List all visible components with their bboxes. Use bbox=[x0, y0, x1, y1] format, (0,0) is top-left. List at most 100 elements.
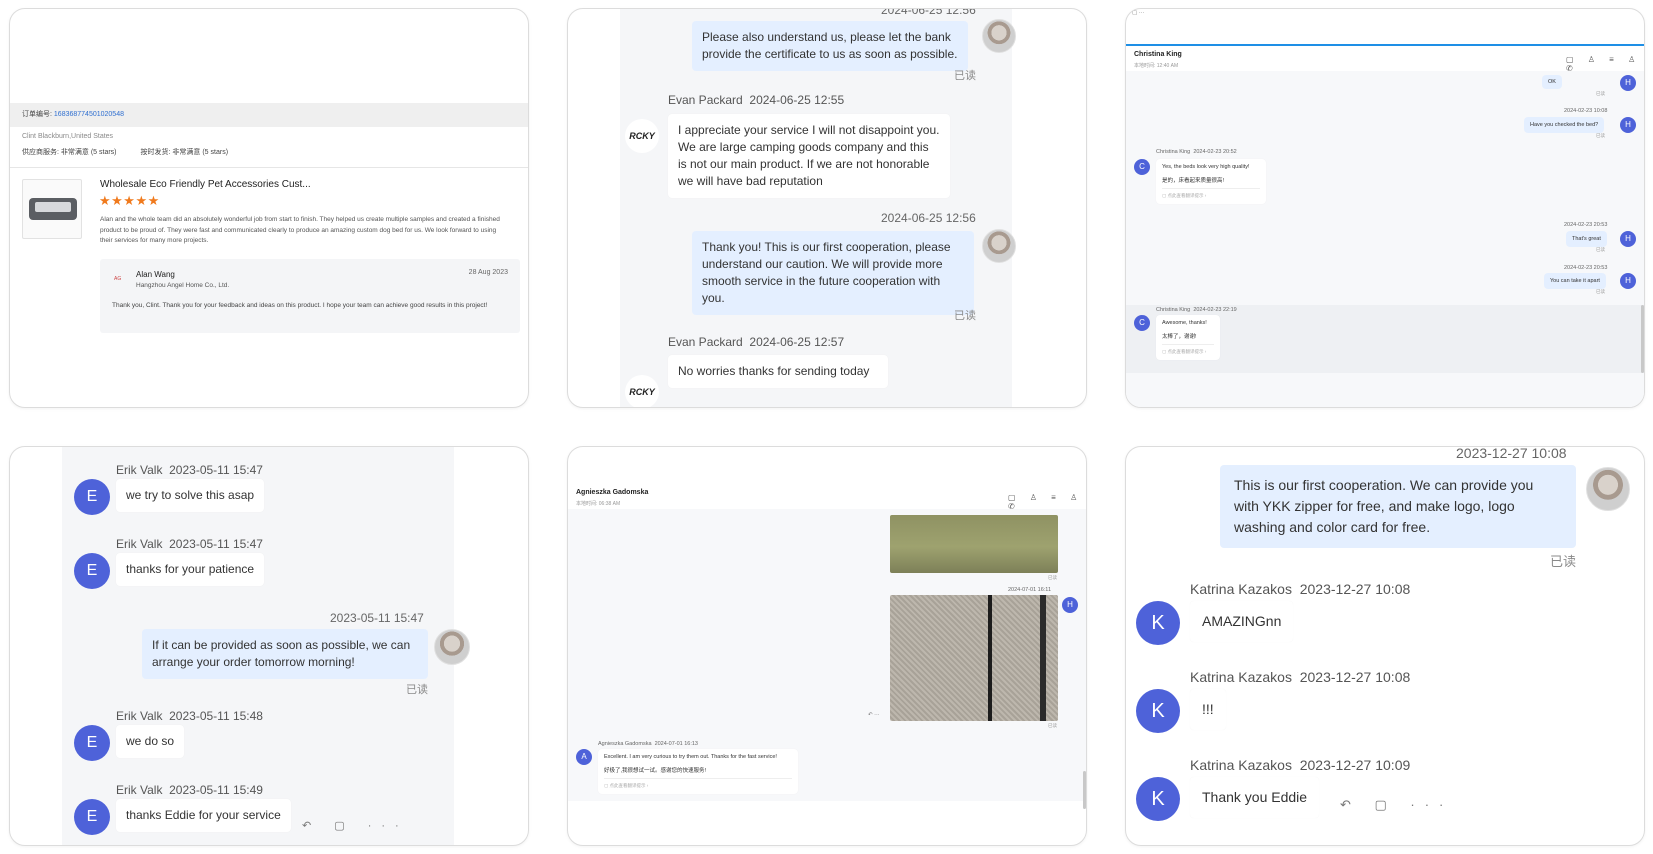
sender-time: 2024-02-23 22:19 bbox=[1193, 307, 1237, 313]
buyer-location: Clint Blackburn,United States bbox=[22, 133, 114, 140]
message-actions[interactable]: ↶ ··· bbox=[868, 711, 880, 719]
reply-date: 28 Aug 2023 bbox=[468, 269, 508, 276]
sender-line: Erik Valk 2023-05-11 15:47 bbox=[116, 537, 263, 551]
supplier-reply: AG Alan Wang Hangzhou Angel Home Co., Lt… bbox=[100, 259, 520, 333]
received-message: Awesome, thanks! 太棒了，谢谢! ▢ 点此查看翻译提示 › bbox=[1156, 315, 1220, 360]
message-timestamp: 2023-12-27 10:08 bbox=[1456, 446, 1567, 461]
sender-time: 2023-12-27 10:08 bbox=[1299, 581, 1411, 597]
sender-label: Evan Packard bbox=[668, 335, 743, 349]
user-avatar[interactable] bbox=[982, 19, 1016, 53]
user-avatar[interactable] bbox=[1586, 467, 1630, 511]
order-number-link[interactable]: 1683687745010205​48 bbox=[54, 111, 124, 118]
contact-avatar[interactable]: E bbox=[74, 799, 110, 835]
user-avatar[interactable]: H bbox=[1620, 75, 1636, 91]
sender-name: Evan Packard 2024-06-25 12:55 bbox=[668, 93, 844, 107]
fabric-edge bbox=[1040, 595, 1046, 721]
message-actions[interactable]: ↶ ▢ ··· bbox=[302, 819, 409, 832]
contact-avatar[interactable]: C bbox=[1134, 315, 1150, 331]
sender-time: 2024-06-25 12:57 bbox=[749, 335, 845, 349]
sent-message: Have you checked the bed? bbox=[1524, 117, 1605, 133]
translate-link[interactable]: ▢ 点此查看翻译提示 › bbox=[604, 778, 792, 790]
divider bbox=[10, 167, 528, 168]
message-text: Yes, the beds look very high quality! bbox=[1162, 164, 1250, 170]
message-timestamp: 2024-02-23 20:53 bbox=[1564, 265, 1608, 271]
received-message: we try to solve this asap bbox=[116, 479, 265, 512]
received-message: Thank you Eddie bbox=[1190, 777, 1320, 818]
read-receipt: 已读 bbox=[1550, 554, 1577, 569]
contact-name: Christina King bbox=[1134, 51, 1182, 58]
sender-line: Agnieszka Gadomska 2024-07-01 16:13 bbox=[598, 741, 698, 747]
message-actions[interactable]: ↶ ▢ ··· bbox=[1126, 9, 1644, 17]
sender-time: 2023-12-27 10:08 bbox=[1299, 669, 1411, 685]
contact-avatar-logo[interactable]: RCKY bbox=[625, 119, 659, 153]
chat-panel-christina: Christina King 本地时间: 12:40 AM ▢ ♙ ≡ ♙ ✆ … bbox=[1125, 8, 1645, 408]
sent-message: Thank you! This is our first cooperation… bbox=[692, 231, 974, 315]
translate-link[interactable]: ▢ 点此查看翻译提示 › bbox=[1162, 344, 1214, 356]
contact-avatar[interactable]: K bbox=[1136, 689, 1180, 733]
reply-text: Thank you, Clint. Thank you for your fee… bbox=[112, 302, 488, 309]
sender-line: Katrina Kazakos 2023-12-27 10:09 bbox=[1190, 757, 1410, 773]
message-timestamp: 2024-02-23 20:53 bbox=[1564, 222, 1608, 228]
contact-avatar[interactable]: A bbox=[576, 749, 592, 765]
read-receipt: 已读 bbox=[1048, 723, 1057, 728]
sender-label: Agnieszka Gadomska bbox=[598, 741, 652, 747]
local-time: 本地时间: 12:40 AM bbox=[1134, 63, 1179, 69]
sender-time: 2024-02-23 20:52 bbox=[1193, 149, 1237, 155]
translate-link[interactable]: ▢ 点此查看翻译提示 › bbox=[1162, 188, 1260, 200]
chat-panel-agnieszka: Agnieszka Gadomska 本地时间: 06:38 AM ▢ ♙ ≡ … bbox=[567, 446, 1087, 846]
message-timestamp: 2024-02-23 10:08 bbox=[1564, 108, 1608, 114]
message-text: Awesome, thanks! bbox=[1162, 320, 1207, 326]
order-review-panel: 订单编号: 1683687745010205​48 Clint Blackbur… bbox=[9, 8, 529, 408]
chat-panel-evan: 2024-06-25 12:56 Please also understand … bbox=[567, 8, 1087, 408]
sent-message: OK bbox=[1542, 75, 1562, 89]
user-avatar[interactable]: H bbox=[1620, 273, 1636, 289]
chat-panel-katrina: 2023-12-27 10:08 This is our first coope… bbox=[1125, 446, 1645, 846]
message-translation: 好极了,我很想试一试。感谢您的快速服务! bbox=[604, 768, 707, 774]
contact-avatar[interactable]: K bbox=[1136, 601, 1180, 645]
received-message: we do so bbox=[116, 725, 185, 758]
product-photo-green[interactable] bbox=[890, 515, 1058, 573]
product-title[interactable]: Wholesale Eco Friendly Pet Accessories C… bbox=[100, 179, 311, 190]
user-avatar[interactable]: H bbox=[1620, 231, 1636, 247]
read-receipt: 已读 bbox=[1596, 289, 1605, 294]
local-time: 本地时间: 06:38 AM bbox=[576, 501, 621, 507]
sender-label: Evan Packard bbox=[668, 93, 743, 107]
sender-label: Christina King bbox=[1156, 307, 1191, 313]
contact-avatar[interactable]: E bbox=[74, 553, 110, 589]
contact-avatar[interactable]: C bbox=[1134, 159, 1150, 175]
user-avatar[interactable]: H bbox=[1062, 597, 1078, 613]
user-avatar[interactable]: H bbox=[1620, 117, 1636, 133]
rating-service: 供应商服务: 非常满意 (5 stars) bbox=[22, 149, 117, 156]
message-timestamp: 2024-06-25 12:56 bbox=[881, 211, 976, 225]
message-timestamp: 2023-05-11 15:47 bbox=[330, 611, 424, 625]
message-timestamp: 2024-06-25 12:56 bbox=[881, 8, 976, 17]
read-receipt: 已读 bbox=[1048, 575, 1057, 580]
contact-avatar[interactable]: E bbox=[74, 725, 110, 761]
contact-avatar[interactable]: E bbox=[74, 479, 110, 515]
sent-message: This is our first cooperation. We can pr… bbox=[1220, 465, 1576, 548]
contact-avatar[interactable]: K bbox=[1136, 777, 1180, 821]
scrollbar[interactable] bbox=[1083, 771, 1086, 809]
message-actions[interactable]: ↶ ▢ ··· bbox=[1340, 797, 1453, 813]
product-photo-fabric[interactable] bbox=[890, 595, 1058, 721]
received-message: !!! bbox=[1190, 689, 1226, 730]
dog-bed-image bbox=[29, 198, 77, 220]
contact-avatar-logo[interactable]: RCKY bbox=[625, 375, 659, 407]
product-thumbnail[interactable] bbox=[22, 179, 82, 239]
message-text: Excellent. I am very curious to try them… bbox=[604, 754, 777, 760]
contact-name: Agnieszka Gadomska bbox=[576, 489, 649, 496]
supplier-logo: AG bbox=[114, 276, 122, 282]
sender-label: Christina King bbox=[1156, 149, 1191, 155]
message-timestamp: 2024-07-01 16:11 bbox=[1008, 587, 1052, 593]
scrollbar[interactable] bbox=[1641, 305, 1644, 373]
user-avatar[interactable] bbox=[982, 229, 1016, 263]
user-avatar[interactable] bbox=[434, 629, 470, 665]
sender-line: Erik Valk 2023-05-11 15:47 bbox=[116, 463, 263, 477]
sender-label: Erik Valk bbox=[116, 783, 163, 797]
zipper-line bbox=[988, 595, 992, 721]
sender-time: 2023-05-11 15:48 bbox=[169, 709, 263, 723]
read-receipt: 已读 bbox=[1596, 247, 1605, 252]
sender-line: Erik Valk 2023-05-11 15:49 bbox=[116, 783, 263, 797]
sender-label: Erik Valk bbox=[116, 709, 163, 723]
sender-label: Erik Valk bbox=[116, 537, 163, 551]
